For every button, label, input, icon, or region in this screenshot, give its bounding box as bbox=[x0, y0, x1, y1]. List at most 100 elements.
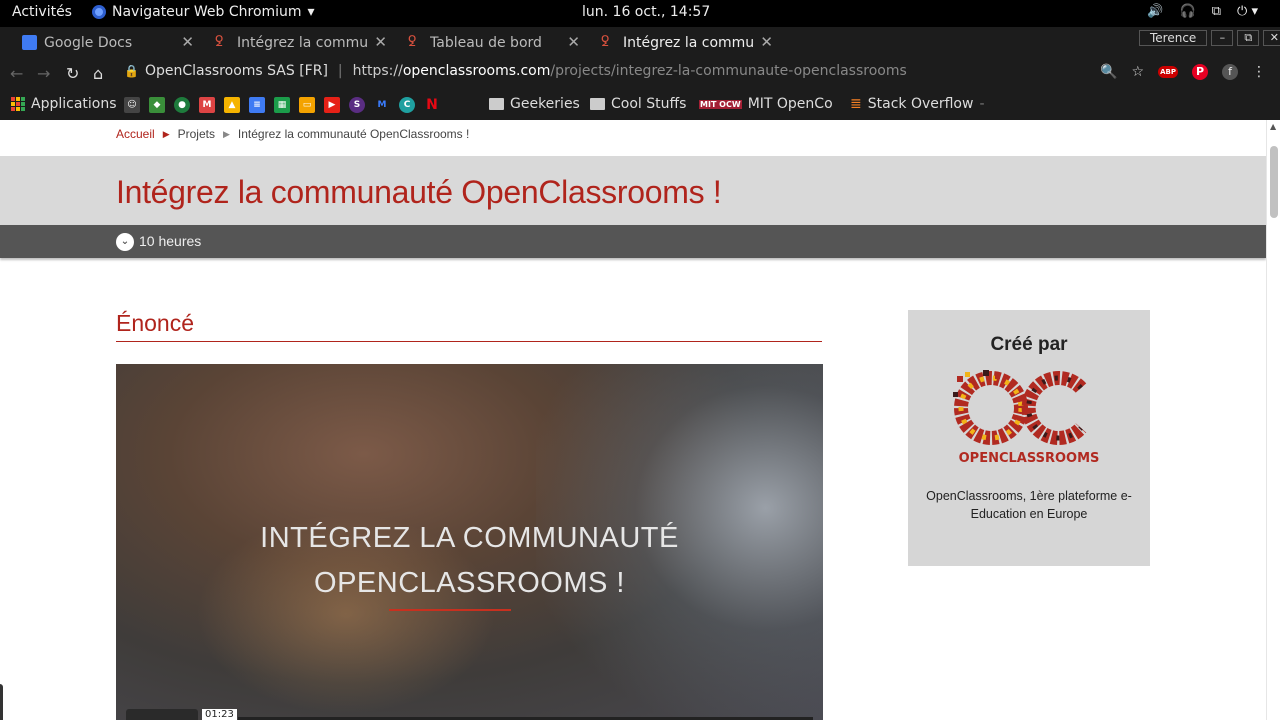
reload-button[interactable]: ↻ bbox=[66, 64, 79, 83]
bookmark-cool-stuffs[interactable]: Cool Stuffs bbox=[590, 96, 686, 112]
profile-button[interactable]: Terence bbox=[1139, 30, 1208, 46]
bookmark-label: Stack Overflow bbox=[867, 96, 974, 112]
tab-integrez-active[interactable]: ꝿ Intégrez la communauté ✕ bbox=[601, 29, 773, 57]
fedora-icon[interactable]: f bbox=[1222, 64, 1238, 80]
chromium-icon bbox=[92, 5, 106, 19]
tab-title: Tableau de bord bbox=[430, 35, 542, 51]
menu-icon[interactable]: ⋮ bbox=[1252, 64, 1266, 80]
restore-button[interactable]: ⧉ bbox=[1237, 30, 1260, 46]
app-menu[interactable]: Navigateur Web Chromium ▾ bbox=[92, 4, 315, 20]
apps-grid-icon bbox=[11, 97, 25, 111]
system-tray[interactable]: 🔊 🎧 ⧉ ⏻ ▾ bbox=[1147, 4, 1258, 19]
close-icon[interactable]: ✕ bbox=[567, 33, 580, 51]
breadcrumb-arrow-icon: ▶ bbox=[222, 128, 230, 139]
mit-ocw-icon: MIT OCW bbox=[699, 99, 742, 109]
bookmark-geekeries[interactable]: Geekeries bbox=[489, 96, 580, 112]
bookmarks-bar: Applications ☺ ◆ ● M ▲ ≡ ▦ ▭ ▶ S M C N G… bbox=[0, 90, 1280, 120]
home-button[interactable]: ⌂ bbox=[93, 64, 103, 83]
bookmark-netflix-icon[interactable]: N bbox=[424, 97, 440, 113]
scroll-up-icon[interactable]: ▲ bbox=[1270, 122, 1276, 131]
bookmark-label: Cool Stuffs bbox=[611, 96, 687, 112]
bookmark-drive-icon[interactable]: ▲ bbox=[224, 97, 240, 113]
minimize-button[interactable]: – bbox=[1211, 30, 1234, 46]
openclassrooms-logo[interactable]: OPENCLASSROOMS bbox=[953, 370, 1105, 466]
video-time: 01:23 bbox=[202, 709, 237, 720]
openclassrooms-icon: ꝿ bbox=[215, 34, 224, 50]
activities-button[interactable]: Activités bbox=[12, 4, 72, 20]
breadcrumb-current: Intégrez la communauté OpenClassrooms ! bbox=[237, 127, 470, 141]
close-window-button[interactable]: ✕ bbox=[1263, 30, 1280, 46]
separator: | bbox=[337, 63, 343, 79]
bookmark-apps[interactable]: Applications bbox=[11, 96, 117, 112]
close-icon[interactable]: ✕ bbox=[181, 33, 194, 51]
bookmark-mit-ocw[interactable]: MIT OCW MIT OpenCourseWare bbox=[699, 96, 833, 112]
address-bar[interactable]: 🔒 OpenClassrooms SAS [FR] | https://open… bbox=[124, 63, 907, 79]
tab-tableau-de-bord[interactable]: ꝿ Tableau de bord ✕ bbox=[408, 29, 580, 57]
page-content: Accueil ▶ Projets ▶ Intégrez la communau… bbox=[0, 120, 1266, 720]
forward-button[interactable]: → bbox=[37, 64, 50, 83]
bookmark-maps-icon[interactable]: ◆ bbox=[149, 97, 165, 113]
bookmark-robot-icon[interactable]: ☺ bbox=[124, 97, 140, 113]
tab-title: Intégrez la communauté bbox=[237, 35, 367, 51]
openclassrooms-icon: ꝿ bbox=[601, 34, 610, 50]
page-title: Intégrez la communauté OpenClassrooms ! bbox=[116, 174, 722, 210]
bookmark-chat-icon[interactable]: ● bbox=[174, 97, 190, 113]
zoom-icon[interactable]: 🔍 bbox=[1100, 64, 1117, 80]
site-identity: OpenClassrooms SAS [FR] bbox=[144, 63, 328, 79]
bookmark-m-icon[interactable]: M bbox=[374, 97, 390, 113]
duration-bar[interactable]: ⌄ 10 heures bbox=[0, 225, 1266, 258]
page-scrollbar[interactable]: ▲ bbox=[1266, 120, 1280, 720]
bookmark-star-icon[interactable]: ☆ bbox=[1132, 64, 1145, 80]
video-player[interactable]: INTÉGREZ LA COMMUNAUTÉ OPENCLASSROOMS ! … bbox=[116, 364, 823, 720]
bookmark-gmail-icon[interactable]: M bbox=[199, 97, 215, 113]
video-play-control[interactable] bbox=[126, 709, 198, 720]
chevron-down-icon: ▾ bbox=[307, 4, 315, 20]
headphones-icon: 🎧 bbox=[1179, 4, 1196, 19]
scrollbar-thumb[interactable] bbox=[1270, 146, 1278, 218]
bookmark-label: Geekeries bbox=[510, 96, 580, 112]
power-icon: ⏻ ▾ bbox=[1237, 4, 1258, 19]
clock[interactable]: lun. 16 oct., 14:57 bbox=[582, 4, 710, 20]
project-header: Intégrez la communauté OpenClassrooms ! bbox=[0, 156, 1266, 225]
bookmark-stack-overflow[interactable]: ≣ Stack Overflow - bbox=[850, 96, 985, 112]
network-icon: ⧉ bbox=[1211, 4, 1222, 19]
close-icon[interactable]: ✕ bbox=[760, 33, 773, 51]
url-path: /projects/integrez-la-communaute-opencla… bbox=[550, 63, 907, 79]
tab-google-docs[interactable]: Google Docs ✕ bbox=[22, 29, 194, 57]
creator-card: Créé par OPENCLASSROOMS OpenClassrooms, … bbox=[908, 310, 1150, 566]
tab-strip: Google Docs ✕ ꝿ Intégrez la communauté ✕… bbox=[0, 27, 1280, 57]
tab-title: Intégrez la communauté bbox=[623, 35, 755, 51]
pinterest-icon[interactable]: P bbox=[1192, 64, 1208, 80]
adblock-plus-icon[interactable]: ABP bbox=[1158, 66, 1178, 78]
video-title-underline bbox=[389, 609, 511, 611]
stack-overflow-icon: ≣ bbox=[850, 96, 862, 112]
video-title-line2: OPENCLASSROOMS ! bbox=[314, 567, 625, 599]
system-top-bar: Activités Navigateur Web Chromium ▾ lun.… bbox=[0, 0, 1280, 27]
tab-integrez-1[interactable]: ꝿ Intégrez la communauté ✕ bbox=[215, 29, 387, 57]
creator-heading: Créé par bbox=[990, 334, 1068, 355]
breadcrumb-home-link[interactable]: Accueil bbox=[116, 127, 155, 141]
video-title-line1: INTÉGREZ LA COMMUNAUTÉ bbox=[260, 522, 679, 554]
section-title: Énoncé bbox=[116, 310, 822, 342]
duration-text: 10 heures bbox=[139, 233, 202, 249]
close-icon[interactable]: ✕ bbox=[374, 33, 387, 51]
bookmark-label: Applications bbox=[31, 96, 117, 112]
bookmark-sheets-icon[interactable]: ▦ bbox=[274, 97, 290, 113]
bookmark-c-icon[interactable]: C bbox=[399, 97, 415, 113]
breadcrumb: Accueil ▶ Projets ▶ Intégrez la communau… bbox=[116, 127, 469, 141]
back-button[interactable]: ← bbox=[10, 64, 23, 83]
bookmark-youtube-icon[interactable]: ▶ bbox=[324, 97, 340, 113]
google-docs-icon bbox=[22, 35, 37, 50]
bookmark-label: MIT OpenCourseWare bbox=[747, 96, 833, 112]
bookmark-docs-icon[interactable]: ≡ bbox=[249, 97, 265, 113]
browser-toolbar: ← → ↻ ⌂ 🔒 OpenClassrooms SAS [FR] | http… bbox=[0, 57, 1280, 90]
bookmark-slides-icon[interactable]: ▭ bbox=[299, 97, 315, 113]
volume-icon: 🔊 bbox=[1147, 4, 1164, 19]
breadcrumb-projects-link[interactable]: Projets bbox=[178, 127, 215, 141]
chevron-down-icon[interactable]: ⌄ bbox=[116, 233, 134, 251]
url-protocol: https:// bbox=[352, 63, 403, 79]
side-handle[interactable] bbox=[0, 684, 3, 720]
bookmark-icon-row: ☺ ◆ ● M ▲ ≡ ▦ ▭ ▶ S M C N bbox=[124, 97, 440, 113]
bookmark-s-icon[interactable]: S bbox=[349, 97, 365, 113]
toolbar-actions: 🔍 ☆ ABP P f ⋮ bbox=[1100, 64, 1266, 80]
